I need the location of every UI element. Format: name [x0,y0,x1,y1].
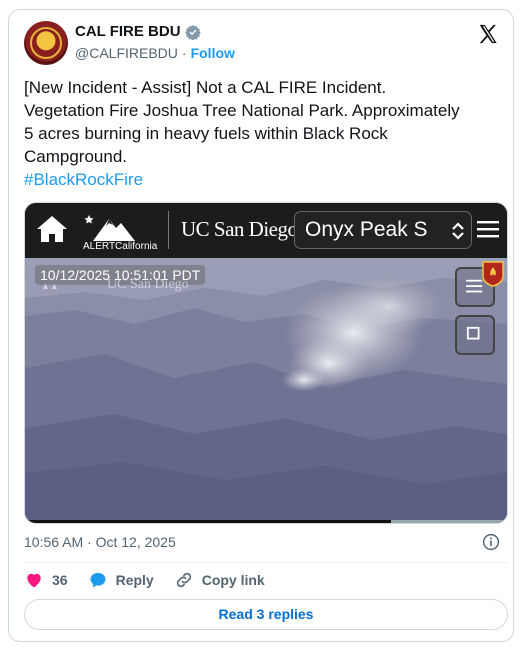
hamburger-menu-icon[interactable] [477,220,499,238]
display-name[interactable]: CAL FIRE BDU [75,23,181,40]
handle-separator: · [181,45,187,61]
like-count: 36 [52,572,68,588]
video-progress-bar[interactable] [25,520,507,523]
copy-link-label: Copy link [201,572,265,588]
copy-link-button[interactable]: Copy link [174,570,265,590]
reply-bubble-icon [90,572,106,588]
x-logo-icon[interactable] [477,23,499,45]
fullscreen-icon [466,326,480,340]
chevron-updown-icon [452,222,464,240]
reply-label: Reply [115,572,154,588]
tweet-text-line: 5 acres burning in heavy fuels within Bl… [24,124,388,143]
action-bar: 36 Reply Copy link [24,570,285,590]
handle[interactable]: @CALFIREBDU [75,45,178,61]
divider [24,562,508,563]
link-icon [176,572,191,588]
ucsd-wordmark: UC San Diego [181,217,298,241]
watermark-ucsd: UC San Diego [107,277,189,292]
tweet-text-line: Campground. [24,147,128,166]
like-button[interactable]: 36 [24,570,68,590]
tweet-text-line: Vegetation Fire Joshua Tree National Par… [24,101,460,120]
info-icon[interactable] [482,533,500,551]
wildfire-camera-image [25,258,507,523]
author-name-row: CAL FIRE BDU [75,23,201,40]
media-video[interactable]: ALERTCalifornia UC San Diego Onyx Peak S [24,202,508,524]
watermark-logo: ▲▲ [41,281,59,291]
avatar-emblem-ring [30,27,62,59]
cal-fire-badge-icon [482,261,504,287]
tweet-text: [New Incident - Assist] Not a CAL FIRE I… [24,76,504,191]
tweet-text-line: [New Incident - Assist] Not a CAL FIRE I… [24,78,387,97]
read-replies-button[interactable]: Read 3 replies [24,599,508,630]
home-icon[interactable] [35,214,69,244]
handle-row: @CALFIREBDU · Follow [75,45,235,61]
camera-select-value: Onyx Peak S [305,218,428,241]
toolbar-divider [168,211,169,249]
avatar[interactable] [24,21,68,65]
heart-icon [27,573,41,588]
follow-link[interactable]: Follow [191,45,235,61]
alert-california-wordmark: ALERTCalifornia [83,241,158,252]
fullscreen-button[interactable] [455,315,495,355]
reply-button[interactable]: Reply [88,570,154,590]
hashtag-link[interactable]: #BlackRockFire [24,168,504,191]
post-timestamp[interactable]: 10:56 AM · Oct 12, 2025 [24,534,176,550]
camera-select[interactable]: Onyx Peak S [294,211,472,249]
tweet-card: CAL FIRE BDU @CALFIREBDU · Follow [New I… [8,9,514,642]
video-progress-fill [25,520,392,523]
verified-badge-icon [184,24,201,40]
camera-toolbar: ALERTCalifornia UC San Diego Onyx Peak S [25,203,507,258]
